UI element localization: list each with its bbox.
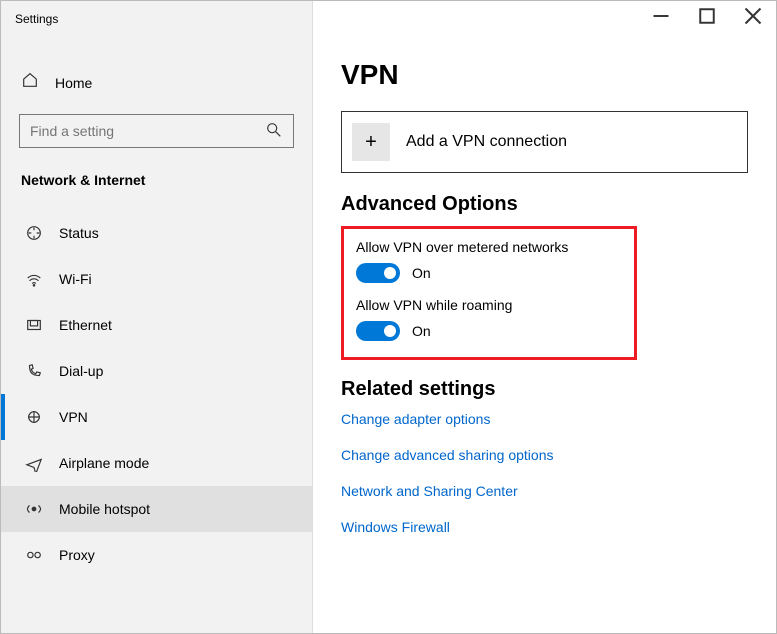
add-vpn-label: Add a VPN connection — [406, 133, 567, 151]
nav-status[interactable]: Status — [1, 210, 312, 256]
link-network-center[interactable]: Network and Sharing Center — [341, 483, 748, 499]
sidebar: Settings Home Network & Internet Status … — [1, 1, 313, 633]
maximize-button[interactable] — [684, 1, 730, 31]
link-adapter[interactable]: Change adapter options — [341, 411, 748, 427]
vpn-icon — [25, 408, 43, 426]
home-icon — [21, 71, 39, 94]
status-icon — [25, 224, 43, 242]
toggle-metered-state: On — [412, 265, 431, 281]
section-heading: Network & Internet — [1, 162, 312, 210]
minimize-button[interactable] — [638, 1, 684, 31]
plus-icon: + — [352, 123, 390, 161]
airplane-icon — [25, 454, 43, 472]
toggle-metered-group: Allow VPN over metered networks On — [356, 239, 622, 283]
nav-label: Dial-up — [59, 363, 103, 379]
nav-airplane[interactable]: Airplane mode — [1, 440, 312, 486]
home-label: Home — [55, 75, 92, 91]
hotspot-icon — [25, 500, 43, 518]
nav-label: Status — [59, 225, 99, 241]
nav-label: Wi-Fi — [59, 271, 92, 287]
toggle-metered[interactable] — [356, 263, 400, 283]
nav-label: Ethernet — [59, 317, 112, 333]
window-controls — [638, 1, 776, 31]
dialup-icon — [25, 362, 43, 380]
close-button[interactable] — [730, 1, 776, 31]
search-box[interactable] — [19, 114, 294, 148]
nav-label: Mobile hotspot — [59, 501, 150, 517]
window-title: Settings — [1, 1, 312, 37]
advanced-heading: Advanced Options — [341, 193, 748, 216]
wifi-icon — [25, 270, 43, 288]
nav-label: VPN — [59, 409, 88, 425]
settings-window: Settings Home Network & Internet Status … — [0, 0, 777, 634]
proxy-icon — [25, 546, 43, 564]
toggle-roaming-label: Allow VPN while roaming — [356, 297, 622, 313]
nav-ethernet[interactable]: Ethernet — [1, 302, 312, 348]
nav-label: Airplane mode — [59, 455, 149, 471]
nav-hotspot[interactable]: Mobile hotspot — [1, 486, 312, 532]
nav-dialup[interactable]: Dial-up — [1, 348, 312, 394]
page-title: VPN — [341, 59, 748, 91]
nav-vpn[interactable]: VPN — [1, 394, 312, 440]
nav-wifi[interactable]: Wi-Fi — [1, 256, 312, 302]
add-vpn-button[interactable]: + Add a VPN connection — [341, 111, 748, 173]
link-sharing[interactable]: Change advanced sharing options — [341, 447, 748, 463]
toggle-roaming-group: Allow VPN while roaming On — [356, 297, 622, 341]
search-icon — [265, 121, 283, 142]
ethernet-icon — [25, 316, 43, 334]
home-nav[interactable]: Home — [1, 61, 312, 104]
toggle-roaming[interactable] — [356, 321, 400, 341]
nav-label: Proxy — [59, 547, 95, 563]
nav-proxy[interactable]: Proxy — [1, 532, 312, 578]
link-firewall[interactable]: Windows Firewall — [341, 519, 748, 535]
related-heading: Related settings — [341, 378, 748, 401]
toggle-metered-label: Allow VPN over metered networks — [356, 239, 622, 255]
toggle-roaming-state: On — [412, 323, 431, 339]
highlight-box: Allow VPN over metered networks On Allow… — [341, 226, 637, 360]
search-input[interactable] — [30, 123, 265, 139]
main-panel: VPN + Add a VPN connection Advanced Opti… — [313, 1, 776, 633]
